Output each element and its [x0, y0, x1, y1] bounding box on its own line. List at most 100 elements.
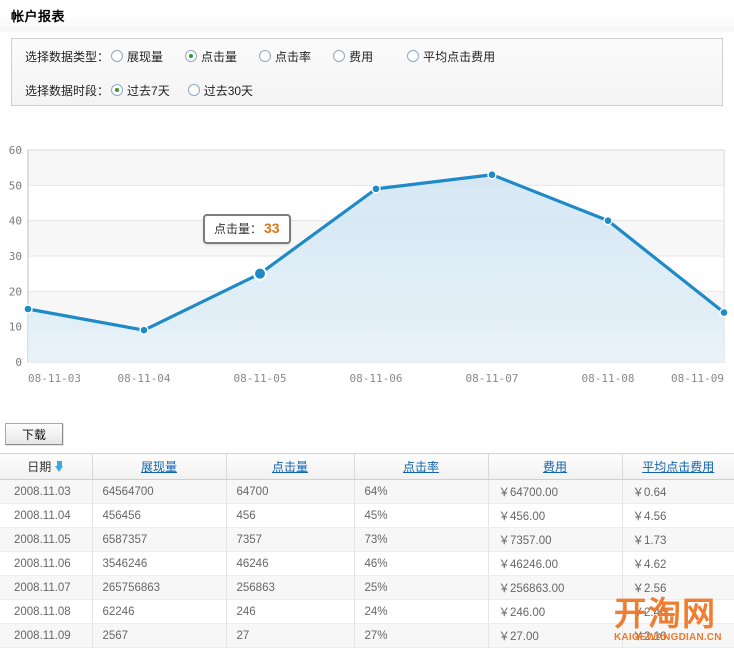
table-header-1[interactable]: 展现量	[92, 454, 226, 480]
tooltip-label: 点击量：	[214, 222, 262, 236]
svg-text:08-11-05: 08-11-05	[234, 372, 287, 385]
table-cell: 6587357	[92, 528, 226, 552]
svg-text:08-11-03: 08-11-03	[28, 372, 81, 385]
radio-data-type-3[interactable]: 费用	[333, 48, 373, 65]
table-cell: 265756863	[92, 576, 226, 600]
table-header-row: 日期 展现量 点击量 点击率 费用 平均点击费用	[0, 454, 734, 480]
radio-date-range-1[interactable]: 过去30天	[188, 82, 253, 99]
radio-data-type-1[interactable]: 点击量	[185, 48, 237, 65]
page-title: 帐户报表	[11, 6, 65, 25]
table-cell: 2008.11.06	[0, 552, 92, 576]
table-header-3[interactable]: 点击率	[354, 454, 488, 480]
table-cell: 2008.11.08	[0, 600, 92, 624]
table-cell: ￥4.62	[622, 552, 734, 576]
column-sort-link[interactable]: 展现量	[141, 460, 177, 474]
svg-text:0: 0	[15, 356, 22, 369]
table-header-5[interactable]: 平均点击费用	[622, 454, 734, 480]
radio-icon[interactable]	[111, 50, 123, 62]
table-body: 2008.11.03645647006470064%￥64700.00￥0.64…	[0, 480, 734, 648]
radio-data-type-label: 展现量	[127, 48, 163, 65]
table-row: 2008.11.0726575686325686325%￥256863.00￥2…	[0, 576, 734, 600]
table-cell: ￥456.00	[488, 504, 622, 528]
radio-data-type-0[interactable]: 展现量	[111, 48, 163, 65]
table-cell: 64564700	[92, 480, 226, 504]
table-cell: 25%	[354, 576, 488, 600]
table-cell: 46246	[226, 552, 354, 576]
column-sort-link[interactable]: 点击量	[272, 460, 308, 474]
table-cell: 2008.11.07	[0, 576, 92, 600]
table-cell: 246	[226, 600, 354, 624]
radio-data-type-4[interactable]: 平均点击费用	[407, 48, 495, 65]
column-sort-link[interactable]: 点击率	[403, 460, 439, 474]
radio-date-range-label: 过去30天	[204, 82, 253, 99]
table-cell: 7357	[226, 528, 354, 552]
data-type-radio-group: 展现量 点击量 点击率 费用 平均点击费用	[111, 48, 517, 65]
table-cell: 62246	[92, 600, 226, 624]
data-type-label: 选择数据类型：	[25, 48, 109, 65]
radio-icon[interactable]	[111, 84, 123, 96]
radio-icon[interactable]	[259, 50, 271, 62]
table-header-0[interactable]: 日期	[0, 454, 92, 480]
svg-text:40: 40	[9, 215, 22, 228]
table-cell: 2008.11.03	[0, 480, 92, 504]
table-cell: 2008.11.04	[0, 504, 92, 528]
radio-icon[interactable]	[407, 50, 419, 62]
chart-canvas: 0 10 20 30 40 50 60 08-11-03 08-11-04 08-11-05 08-…	[0, 140, 734, 388]
svg-text:20: 20	[9, 285, 22, 298]
column-title-text: 日期	[27, 458, 51, 475]
data-type-filter-row: 选择数据类型： 展现量 点击量 点击率 费用 平均点击费用	[12, 39, 722, 73]
svg-text:50: 50	[9, 179, 22, 192]
svg-text:08-11-06: 08-11-06	[350, 372, 403, 385]
table-cell: 2008.11.05	[0, 528, 92, 552]
table-cell: 64%	[354, 480, 488, 504]
column-sort-link[interactable]: 费用	[543, 460, 567, 474]
svg-text:10: 10	[9, 321, 22, 334]
download-button[interactable]: 下载	[5, 423, 63, 445]
table-cell: ￥2.46	[622, 600, 734, 624]
radio-icon[interactable]	[185, 50, 197, 62]
radio-icon[interactable]	[188, 84, 200, 96]
table-cell: ￥64700.00	[488, 480, 622, 504]
table-cell: 2008.11.09	[0, 624, 92, 648]
table-cell: ￥2.16	[622, 624, 734, 648]
svg-text:08-11-09: 08-11-09	[671, 372, 724, 385]
radio-date-range-0[interactable]: 过去7天	[111, 82, 170, 99]
table-cell: ￥0.64	[622, 480, 734, 504]
table-cell: 456456	[92, 504, 226, 528]
table-row: 2008.11.086224624624%￥246.00￥2.46	[0, 600, 734, 624]
date-range-label: 选择数据时段：	[25, 82, 109, 99]
radio-data-type-label: 费用	[349, 48, 373, 65]
table-cell: 46%	[354, 552, 488, 576]
svg-text:60: 60	[9, 144, 22, 157]
table-cell: ￥7357.00	[488, 528, 622, 552]
table-header-2[interactable]: 点击量	[226, 454, 354, 480]
svg-text:30: 30	[9, 250, 22, 263]
column-title: 日期	[27, 458, 64, 475]
table-header: 日期 展现量 点击量 点击率 费用 平均点击费用	[0, 454, 734, 480]
table-cell: 24%	[354, 600, 488, 624]
radio-data-type-2[interactable]: 点击率	[259, 48, 311, 65]
table-cell: 3546246	[92, 552, 226, 576]
radio-data-type-label: 点击率	[275, 48, 311, 65]
radio-icon[interactable]	[333, 50, 345, 62]
table-cell: ￥246.00	[488, 600, 622, 624]
chart-tooltip: 点击量：33	[203, 214, 291, 244]
table-cell: 73%	[354, 528, 488, 552]
table-row: 2008.11.0925672727%￥27.00￥2.16	[0, 624, 734, 648]
table-cell: 27	[226, 624, 354, 648]
sort-descending-icon[interactable]	[55, 461, 64, 472]
table-cell: 45%	[354, 504, 488, 528]
table-cell: 256863	[226, 576, 354, 600]
table-cell: 64700	[226, 480, 354, 504]
svg-text:08-11-08: 08-11-08	[582, 372, 635, 385]
date-range-radio-group: 过去7天 过去30天	[111, 82, 271, 99]
svg-text:08-11-04: 08-11-04	[118, 372, 171, 385]
account-report-page: 帐户报表 选择数据类型： 展现量点击量点击率费用平均点击费用 选择数据时段： 过…	[0, 0, 734, 654]
table-cell: ￥46246.00	[488, 552, 622, 576]
radio-data-type-label: 平均点击费用	[423, 48, 495, 65]
svg-text:08-11-07: 08-11-07	[466, 372, 519, 385]
radio-data-type-label: 点击量	[201, 48, 237, 65]
table-header-4[interactable]: 费用	[488, 454, 622, 480]
column-sort-link[interactable]: 平均点击费用	[642, 460, 714, 474]
table-cell: ￥256863.00	[488, 576, 622, 600]
